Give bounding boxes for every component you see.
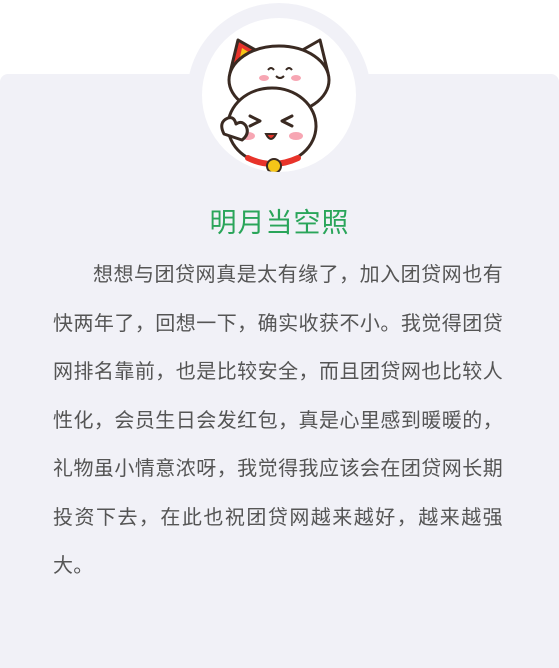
lucky-cat-icon: [220, 38, 331, 172]
testimonial-text: 想想与团贷网真是太有缘了，加入团贷网也有快两年了，回想一下，确实收获不小。我觉得…: [53, 262, 503, 577]
user-name: 明月当空照: [209, 208, 350, 239]
avatar: [202, 18, 356, 172]
